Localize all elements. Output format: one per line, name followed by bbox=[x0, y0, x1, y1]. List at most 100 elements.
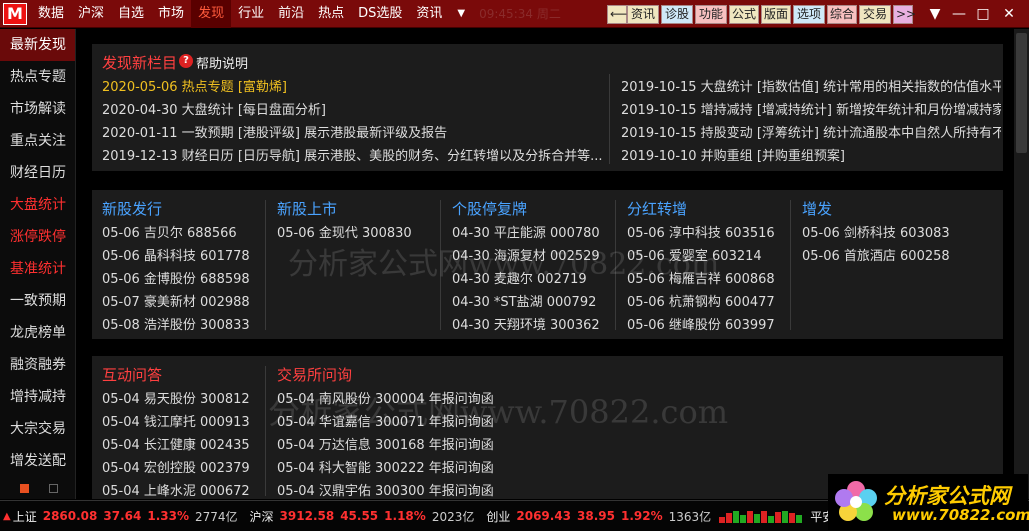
ipo-events-panel: 新股发行 05-06 吉贝尔 688566 05-06 晶科科技 601778 … bbox=[92, 190, 1003, 339]
sidebar-item-block-trade[interactable]: 大宗交易 bbox=[0, 413, 75, 445]
section-title[interactable]: 个股停复牌 bbox=[452, 198, 600, 222]
list-item[interactable]: 05-06 金博股份 688598 bbox=[102, 268, 250, 291]
breadth-bar bbox=[796, 515, 803, 523]
menu-item-ds-picker[interactable]: DS选股 bbox=[351, 0, 409, 28]
index-amount: 2023亿 bbox=[431, 509, 475, 524]
sidebar-item-benchmark[interactable]: 基准统计 bbox=[0, 253, 75, 285]
section-title[interactable]: 新股发行 bbox=[102, 198, 250, 222]
index-change: 37.64 bbox=[103, 509, 142, 523]
list-item[interactable]: 05-06 杭萧钢构 600477 bbox=[627, 291, 775, 314]
list-item[interactable]: 05-04 万达信息 300168 年报问询函 bbox=[277, 434, 494, 457]
list-item[interactable]: 05-07 豪美新材 002988 bbox=[102, 291, 250, 314]
maximize-icon[interactable]: □ bbox=[972, 3, 994, 25]
sidebar-item-margin[interactable]: 融资融券 bbox=[0, 349, 75, 381]
list-item[interactable]: 05-06 金现代 300830 bbox=[277, 222, 412, 245]
menu-item-industry[interactable]: 行业 bbox=[231, 0, 271, 28]
toolbar-trade-button[interactable]: 交易 bbox=[859, 5, 891, 24]
page-dot-active[interactable] bbox=[20, 484, 29, 493]
menu-item-news[interactable]: 资讯 bbox=[409, 0, 449, 28]
menu-item-market[interactable]: 市场 bbox=[151, 0, 191, 28]
toolbar-more-button[interactable]: >> bbox=[893, 5, 916, 24]
list-item[interactable]: 05-04 汉鼎宇佑 300300 年报问询函 bbox=[277, 480, 494, 499]
news-item[interactable]: 2019-10-10 并购重组 [并购重组预案] bbox=[621, 145, 1001, 168]
index-chinext[interactable]: 创业 2069.43 38.95 1.92% 1363亿 bbox=[486, 508, 711, 525]
list-item[interactable]: 04-30 天翔环境 300362 bbox=[452, 314, 600, 337]
list-item[interactable]: 05-04 上峰水泥 000672 bbox=[102, 480, 250, 499]
list-item[interactable]: 05-06 爱婴室 603214 bbox=[627, 245, 775, 268]
news-item[interactable]: 2020-04-30 大盘统计 [每日盘面分析] bbox=[102, 99, 603, 122]
menu-item-discover[interactable]: 发现 bbox=[191, 0, 232, 28]
list-item[interactable]: 04-30 麦趣尔 002719 bbox=[452, 268, 600, 291]
help-link[interactable]: 帮助说明 bbox=[196, 53, 248, 72]
toolbar-layout-button[interactable]: 版面 bbox=[761, 5, 791, 24]
sidebar-item-market-analysis[interactable]: 市场解读 bbox=[0, 93, 75, 125]
index-amount: 2774亿 bbox=[194, 509, 238, 524]
toolbar-function-button[interactable]: 功能 bbox=[695, 5, 727, 24]
list-item[interactable]: 04-30 *ST盐湖 000792 bbox=[452, 291, 600, 314]
sidebar-item-dragon-tiger[interactable]: 龙虎榜单 bbox=[0, 317, 75, 349]
list-item[interactable]: 05-04 南风股份 300004 年报问询函 bbox=[277, 388, 494, 411]
menu-item-hotspot[interactable]: 热点 bbox=[311, 0, 351, 28]
menu-item-shsz[interactable]: 沪深 bbox=[71, 0, 111, 28]
list-item[interactable]: 04-30 海源复材 002529 bbox=[452, 245, 600, 268]
list-item[interactable]: 05-06 淳中科技 603516 bbox=[627, 222, 775, 245]
list-item[interactable]: 05-04 长江健康 002435 bbox=[102, 434, 250, 457]
menu-item-data[interactable]: 数据 bbox=[31, 0, 71, 28]
list-item[interactable]: 05-06 晶科科技 601778 bbox=[102, 245, 250, 268]
news-item[interactable]: 2020-05-06 热点专题 [富勒烯] bbox=[102, 76, 603, 99]
sidebar-item-holdings-change[interactable]: 增持减持 bbox=[0, 381, 75, 413]
app-logo[interactable]: M bbox=[3, 2, 27, 25]
sidebar-item-latest[interactable]: 最新发现 bbox=[0, 29, 75, 61]
list-item[interactable]: 05-06 剑桥科技 603083 bbox=[802, 222, 950, 245]
vertical-scrollbar[interactable] bbox=[1014, 29, 1029, 499]
news-item[interactable]: 2019-10-15 持股变动 [浮筹统计] 统计流通股本中自然人所持有不受 bbox=[621, 122, 1001, 145]
list-item[interactable]: 05-06 梅雁吉祥 600868 bbox=[627, 268, 775, 291]
page-dot[interactable] bbox=[49, 484, 58, 493]
list-item[interactable]: 05-04 钱江摩托 000913 bbox=[102, 411, 250, 434]
section-title[interactable]: 增发 bbox=[802, 198, 950, 222]
toolbar-options-button[interactable]: 选项 bbox=[793, 5, 825, 24]
close-icon[interactable]: ✕ bbox=[998, 3, 1020, 25]
section-title[interactable]: 分红转增 bbox=[627, 198, 775, 222]
news-item[interactable]: 2019-12-13 财经日历 [日历导航] 展示港股、美股的财务、分红转增以及… bbox=[102, 145, 603, 168]
menu-more-dropdown-icon[interactable]: ▼ bbox=[457, 8, 465, 19]
help-icon[interactable]: ? bbox=[179, 54, 193, 68]
list-item[interactable]: 05-04 华谊嘉信 300071 年报问询函 bbox=[277, 411, 494, 434]
news-item[interactable]: 2019-10-15 大盘统计 [指数估值] 统计常用的相关指数的估值水平 bbox=[621, 76, 1001, 99]
news-item[interactable]: 2020-01-11 一致预期 [港股评级] 展示港股最新评级及报告 bbox=[102, 122, 603, 145]
back-button[interactable]: ⟵ bbox=[607, 5, 627, 24]
list-item[interactable]: 05-06 首旅酒店 600258 bbox=[802, 245, 950, 268]
minimize-icon[interactable]: — bbox=[948, 3, 970, 25]
window-menu-icon[interactable]: ▼ bbox=[924, 3, 946, 25]
toolbar-news-button[interactable]: 资讯 bbox=[627, 5, 659, 24]
sidebar-item-market-stats[interactable]: 大盘统计 bbox=[0, 189, 75, 221]
sidebar-item-focus[interactable]: 重点关注 bbox=[0, 125, 75, 157]
news-item[interactable]: 2019-10-15 增持减持 [增减持统计] 新增按年统计和月份增减持家数 bbox=[621, 99, 1001, 122]
sidebar-item-hot-topics[interactable]: 热点专题 bbox=[0, 61, 75, 93]
section-title[interactable]: 新股上市 bbox=[277, 198, 412, 222]
sidebar-item-calendar[interactable]: 财经日历 bbox=[0, 157, 75, 189]
toolbar-overview-button[interactable]: 综合 bbox=[827, 5, 857, 24]
list-item[interactable]: 05-08 浩洋股份 300833 bbox=[102, 314, 250, 337]
list-item[interactable]: 05-04 科大智能 300222 年报问询函 bbox=[277, 457, 494, 480]
menu-item-watchlist[interactable]: 自选 bbox=[111, 0, 151, 28]
section-additional-issue: 增发 05-06 剑桥科技 603083 05-06 首旅酒店 600258 bbox=[802, 198, 950, 268]
sidebar-item-consensus[interactable]: 一致预期 bbox=[0, 285, 75, 317]
list-item[interactable]: 04-30 平庄能源 000780 bbox=[452, 222, 600, 245]
news-divider bbox=[609, 74, 610, 164]
toolbar-diagnose-button[interactable]: 诊股 bbox=[661, 5, 693, 24]
sidebar-item-placement[interactable]: 增发送配 bbox=[0, 445, 75, 477]
scrollbar-thumb[interactable] bbox=[1016, 33, 1027, 153]
sidebar-pager bbox=[20, 484, 58, 493]
index-shanghai[interactable]: 上证 2860.08 37.64 1.33% 2774亿 bbox=[13, 508, 238, 525]
section-title[interactable]: 交易所问询 bbox=[277, 364, 494, 388]
list-item[interactable]: 05-04 易天股份 300812 bbox=[102, 388, 250, 411]
list-item[interactable]: 05-06 吉贝尔 688566 bbox=[102, 222, 250, 245]
index-shsz[interactable]: 沪深 3912.58 45.55 1.18% 2023亿 bbox=[250, 508, 475, 525]
toolbar-formula-button[interactable]: 公式 bbox=[729, 5, 759, 24]
sidebar-item-limit-up-down[interactable]: 涨停跌停 bbox=[0, 221, 75, 253]
menu-item-frontier[interactable]: 前沿 bbox=[271, 0, 311, 28]
list-item[interactable]: 05-06 继峰股份 603997 bbox=[627, 314, 775, 337]
list-item[interactable]: 05-04 宏创控股 002379 bbox=[102, 457, 250, 480]
section-title[interactable]: 互动问答 bbox=[102, 364, 250, 388]
